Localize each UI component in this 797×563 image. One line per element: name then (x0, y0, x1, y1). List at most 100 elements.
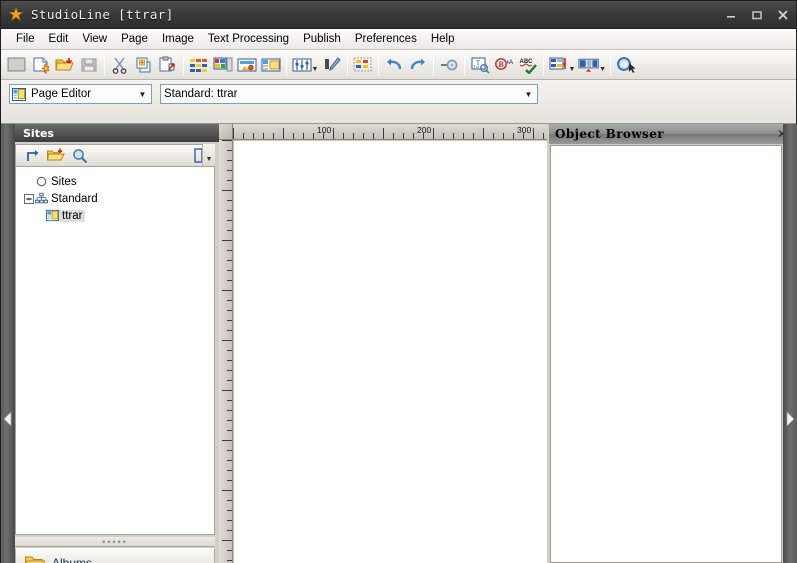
copy-button[interactable] (132, 53, 156, 77)
open-folder-button[interactable] (44, 146, 68, 166)
mode-combo-value: Page Editor (31, 88, 92, 100)
page-layout-button[interactable] (187, 53, 211, 77)
collapse-left-panel-button[interactable] (2, 406, 14, 432)
collapse-right-panel-button[interactable] (784, 406, 796, 432)
sitemap-icon (35, 192, 48, 205)
star-icon (7, 6, 25, 24)
image-panel-button[interactable] (211, 53, 235, 77)
svg-text:B: B (498, 60, 504, 69)
search-button[interactable] (68, 146, 92, 166)
circle-node-icon (35, 176, 48, 187)
page-editor-canvas: 100 200 300 100 200 300 400 (219, 124, 628, 563)
sites-panel-header: Sites (15, 124, 219, 142)
ruler-label-v: 200 (230, 299, 233, 314)
tree-node-label: Sites (51, 175, 77, 188)
object-browser-content[interactable] (550, 145, 782, 563)
color-picker-button[interactable] (320, 53, 344, 77)
horizontal-ruler: 100 200 300 (233, 124, 547, 140)
menu-file[interactable]: File (9, 31, 42, 47)
align-center-button[interactable]: ▼ (577, 53, 607, 77)
chevron-down-icon[interactable]: ▼ (312, 66, 319, 73)
svg-text:Txt: Txt (473, 64, 480, 69)
right-gutter (783, 124, 797, 563)
page-combo-value: Standard: ttrar (164, 88, 238, 100)
tree-toolbar-dropdown[interactable]: ▼ (202, 144, 215, 166)
page-combo[interactable]: Standard: ttrar ▼ (160, 84, 538, 104)
save-button[interactable] (77, 53, 101, 77)
spellcheck-button[interactable]: ABC (516, 53, 540, 77)
undo-button[interactable] (382, 53, 406, 77)
tree-toolbar (15, 144, 215, 166)
chevron-down-icon[interactable]: ▼ (520, 85, 537, 103)
tree-node-label: Standard (51, 192, 98, 205)
object-browser-header: Object Browser ✕ (549, 124, 795, 144)
application-window: StudioLine [ttrar] File Edit View Page I… (0, 0, 797, 563)
menu-help[interactable]: Help (424, 31, 462, 47)
adjust-levels-button[interactable]: ▼ (290, 53, 320, 77)
menu-preferences[interactable]: Preferences (348, 31, 424, 47)
chevron-down-icon[interactable]: ▼ (599, 66, 606, 73)
ruler-corner (219, 124, 233, 140)
maximize-button[interactable] (744, 2, 770, 28)
toolbar-separator (286, 54, 287, 75)
window-controls (718, 1, 796, 28)
title-bar: StudioLine [ttrar] (1, 1, 796, 29)
page-surface[interactable] (234, 141, 557, 563)
menu-bar: File Edit View Page Image Text Processin… (1, 29, 796, 50)
go-up-button[interactable] (20, 146, 44, 166)
tree-node-standard[interactable]: Standard (16, 190, 214, 207)
tree-expander[interactable] (22, 193, 35, 204)
text-object-button[interactable] (259, 53, 283, 77)
minimize-button[interactable] (718, 2, 744, 28)
folder-icon (22, 555, 48, 563)
page-icon (46, 209, 59, 222)
left-gutter (1, 124, 15, 563)
ruler-label-v: 100 (230, 199, 233, 214)
tree-node-ttrar[interactable]: ttrar (16, 207, 214, 224)
new-page-button[interactable] (29, 53, 53, 77)
menu-edit[interactable]: Edit (42, 31, 76, 47)
main-toolbar: ▼ T Txt B A ABC ▼ ▼ (1, 50, 796, 80)
object-browser-panel: Object Browser ✕ (547, 124, 797, 563)
toolbar-separator (464, 54, 465, 75)
align-left-button[interactable]: ▼ (547, 53, 577, 77)
layout-grid-button[interactable] (351, 53, 375, 77)
menu-view[interactable]: View (75, 31, 114, 47)
chevron-down-icon[interactable]: ▼ (134, 85, 151, 103)
close-button[interactable] (770, 2, 796, 28)
mode-combo[interactable]: Page Editor ▼ (9, 84, 152, 104)
format-text-button[interactable]: B A (492, 53, 516, 77)
toolbar-separator (378, 54, 379, 75)
redo-button[interactable] (406, 53, 430, 77)
left-sidebar: Sites ▼ Sites Standard ttrar ••••• Album… (1, 124, 219, 563)
toolbar-separator (433, 54, 434, 75)
tree-node-label: ttrar (59, 209, 86, 222)
chevron-down-icon: ▼ (205, 156, 213, 163)
find-text-button[interactable]: T Txt (468, 53, 492, 77)
ruler-label-h: 200 (417, 125, 432, 135)
menu-text-processing[interactable]: Text Processing (201, 31, 296, 47)
menu-page[interactable]: Page (114, 31, 155, 47)
sidebar-item-label: Albums (52, 556, 93, 563)
sidebar-item-albums[interactable]: Albums (15, 548, 215, 563)
toolbar-separator (347, 54, 348, 75)
menu-image[interactable]: Image (155, 31, 201, 47)
link-button[interactable] (437, 53, 461, 77)
chevron-down-icon[interactable]: ▼ (569, 66, 576, 73)
cut-button[interactable] (108, 53, 132, 77)
sites-panel-title: Sites (23, 126, 54, 140)
sidebar-splitter[interactable]: ••••• (15, 537, 215, 547)
toolbar-separator (104, 54, 105, 75)
blank-page-button[interactable] (5, 53, 29, 77)
splitter-dots: ••••• (102, 536, 128, 547)
media-object-button[interactable] (235, 53, 259, 77)
object-browser-title: Object Browser (555, 127, 664, 141)
paste-button[interactable] (156, 53, 180, 77)
ruler-label-v: 300 (230, 399, 233, 414)
sites-tree[interactable]: Sites Standard ttrar (15, 166, 215, 535)
open-button[interactable] (53, 53, 77, 77)
tree-node-sites[interactable]: Sites (16, 173, 214, 190)
select-tool-button[interactable] (614, 53, 638, 77)
toolbar-separator (543, 54, 544, 75)
menu-publish[interactable]: Publish (296, 31, 348, 47)
